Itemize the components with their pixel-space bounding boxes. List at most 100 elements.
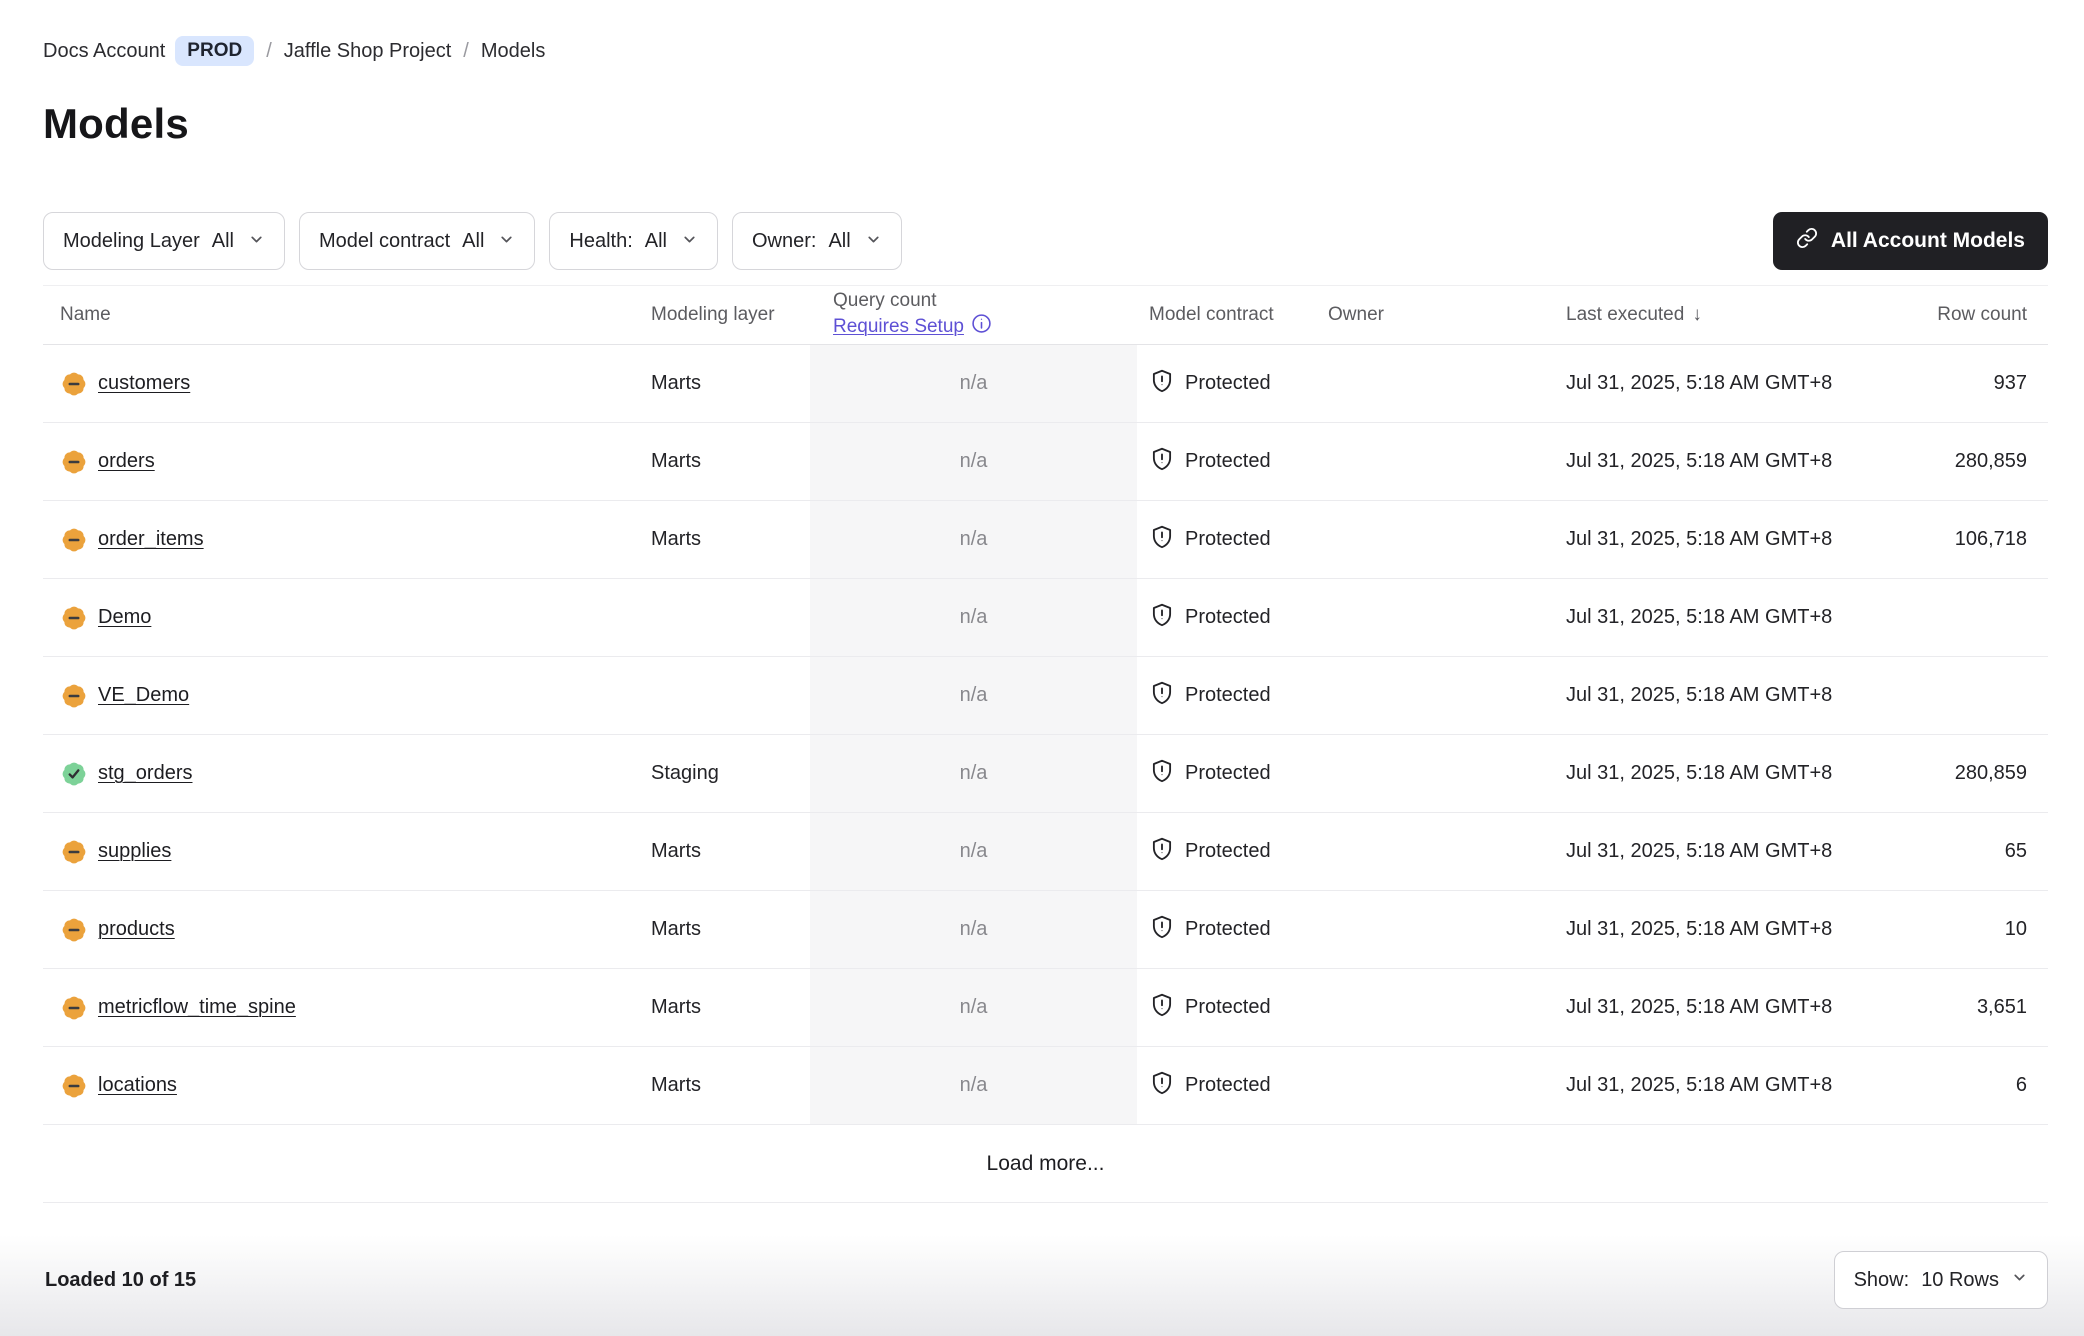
shield-exclamation-icon: [1149, 836, 1175, 868]
model-name-link[interactable]: locations: [98, 1074, 177, 1097]
contract-label: Protected: [1185, 684, 1271, 707]
model-name-link[interactable]: orders: [98, 450, 155, 473]
model-name-cell: orders: [43, 423, 651, 500]
contract-label: Protected: [1185, 450, 1271, 473]
model-contract-cell: Protected: [1137, 1047, 1317, 1124]
modeling-layer-cell: Staging: [651, 735, 810, 812]
model-name-link[interactable]: order_items: [98, 528, 204, 551]
models-page: Docs Account PROD / Jaffle Shop Project …: [0, 0, 2084, 1309]
owner-cell: [1317, 969, 1550, 1046]
model-name-link[interactable]: customers: [98, 372, 190, 395]
health-warning-icon: [60, 994, 88, 1022]
model-name-link[interactable]: supplies: [98, 840, 171, 863]
owner-cell: [1317, 813, 1550, 890]
shield-exclamation-icon: [1149, 524, 1175, 556]
modeling-layer-cell: Marts: [651, 501, 810, 578]
breadcrumb-current: Models: [481, 40, 545, 63]
model-contract-cell: Protected: [1137, 501, 1317, 578]
model-name-cell: order_items: [43, 501, 651, 578]
column-header-name[interactable]: Name: [43, 286, 651, 344]
page-title: Models: [43, 100, 2048, 148]
model-name-cell: Demo: [43, 579, 651, 656]
filter-bar: Modeling Layer All Model contract All He…: [43, 212, 902, 270]
breadcrumb-account[interactable]: Docs Account: [43, 40, 165, 63]
column-header-row-count[interactable]: Row count: [1880, 286, 2048, 344]
model-name-cell: locations: [43, 1047, 651, 1124]
column-header-modeling-layer[interactable]: Modeling layer: [651, 286, 810, 344]
owner-cell: [1317, 1047, 1550, 1124]
model-name-link[interactable]: metricflow_time_spine: [98, 996, 296, 1019]
column-header-last-executed[interactable]: Last executed ↓: [1550, 286, 1880, 344]
model-name-link[interactable]: products: [98, 918, 175, 941]
owner-cell: [1317, 345, 1550, 422]
show-label: Show:: [1854, 1269, 1910, 1292]
shield-exclamation-icon: [1149, 680, 1175, 712]
filter-model-contract[interactable]: Model contract All: [299, 212, 535, 270]
show-rows-select[interactable]: Show: 10 Rows: [1834, 1251, 2048, 1309]
shield-exclamation-icon: [1149, 758, 1175, 790]
model-name-cell: metricflow_time_spine: [43, 969, 651, 1046]
modeling-layer-cell: [651, 579, 810, 656]
table-header-row: Name Modeling layer Query count Requires…: [43, 285, 2048, 345]
row-count-cell: [1880, 657, 2048, 734]
shield-exclamation-icon: [1149, 992, 1175, 1024]
row-count-cell: 937: [1880, 345, 2048, 422]
column-header-query-count: Query count Requires Setup: [810, 286, 1137, 344]
filter-value: All: [212, 230, 234, 253]
table-row: VE_Demo n/a Protected Jul 31, 2025, 5:18…: [43, 657, 2048, 735]
table-footer: Loaded 10 of 15 Show: 10 Rows: [43, 1251, 2048, 1309]
filter-owner[interactable]: Owner: All: [732, 212, 902, 270]
row-count-cell: 10: [1880, 891, 2048, 968]
breadcrumb-project[interactable]: Jaffle Shop Project: [284, 40, 452, 63]
last-executed-label: Last executed: [1566, 304, 1684, 326]
rows-per-page-value: 10 Rows: [1921, 1269, 1999, 1292]
modeling-layer-cell: Marts: [651, 345, 810, 422]
health-success-icon: [60, 760, 88, 788]
query-count-cell: n/a: [810, 813, 1137, 890]
row-count-cell: 3,651: [1880, 969, 2048, 1046]
breadcrumb-separator: /: [266, 40, 272, 63]
table-body: customers Marts n/a Protected Jul 31, 20…: [43, 345, 2048, 1125]
health-warning-icon: [60, 448, 88, 476]
filter-label: Owner:: [752, 230, 816, 253]
last-executed-cell: Jul 31, 2025, 5:18 AM GMT+8: [1550, 501, 1880, 578]
query-count-cell: n/a: [810, 969, 1137, 1046]
filter-label: Model contract: [319, 230, 450, 253]
filter-modeling-layer[interactable]: Modeling Layer All: [43, 212, 285, 270]
column-header-owner[interactable]: Owner: [1317, 286, 1550, 344]
chevron-down-icon: [865, 231, 882, 254]
health-warning-icon: [60, 370, 88, 398]
health-warning-icon: [60, 1072, 88, 1100]
filter-health[interactable]: Health: All: [549, 212, 718, 270]
last-executed-cell: Jul 31, 2025, 5:18 AM GMT+8: [1550, 423, 1880, 500]
last-executed-cell: Jul 31, 2025, 5:18 AM GMT+8: [1550, 1047, 1880, 1124]
health-warning-icon: [60, 682, 88, 710]
contract-label: Protected: [1185, 372, 1271, 395]
model-contract-cell: Protected: [1137, 579, 1317, 656]
load-more-row: Load more...: [43, 1125, 2048, 1203]
shield-exclamation-icon: [1149, 914, 1175, 946]
owner-cell: [1317, 891, 1550, 968]
contract-label: Protected: [1185, 762, 1271, 785]
table-row: stg_orders Staging n/a Protected Jul 31,…: [43, 735, 2048, 813]
filter-label: Modeling Layer: [63, 230, 200, 253]
model-name-link[interactable]: VE_Demo: [98, 684, 189, 707]
load-more-button[interactable]: Load more...: [959, 1125, 1133, 1203]
last-executed-cell: Jul 31, 2025, 5:18 AM GMT+8: [1550, 813, 1880, 890]
owner-cell: [1317, 657, 1550, 734]
column-header-model-contract[interactable]: Model contract: [1137, 286, 1317, 344]
model-name-cell: products: [43, 891, 651, 968]
table-row: locations Marts n/a Protected Jul 31, 20…: [43, 1047, 2048, 1125]
chevron-down-icon: [681, 231, 698, 254]
link-icon: [1796, 227, 1818, 255]
owner-cell: [1317, 735, 1550, 812]
query-count-cell: n/a: [810, 501, 1137, 578]
requires-setup-link[interactable]: Requires Setup: [833, 313, 992, 341]
query-count-cell: n/a: [810, 423, 1137, 500]
all-account-models-button[interactable]: All Account Models: [1773, 212, 2048, 270]
model-name-link[interactable]: Demo: [98, 606, 151, 629]
table-row: supplies Marts n/a Protected Jul 31, 202…: [43, 813, 2048, 891]
health-warning-icon: [60, 526, 88, 554]
loaded-status: Loaded 10 of 15: [43, 1269, 196, 1292]
model-name-link[interactable]: stg_orders: [98, 762, 193, 785]
